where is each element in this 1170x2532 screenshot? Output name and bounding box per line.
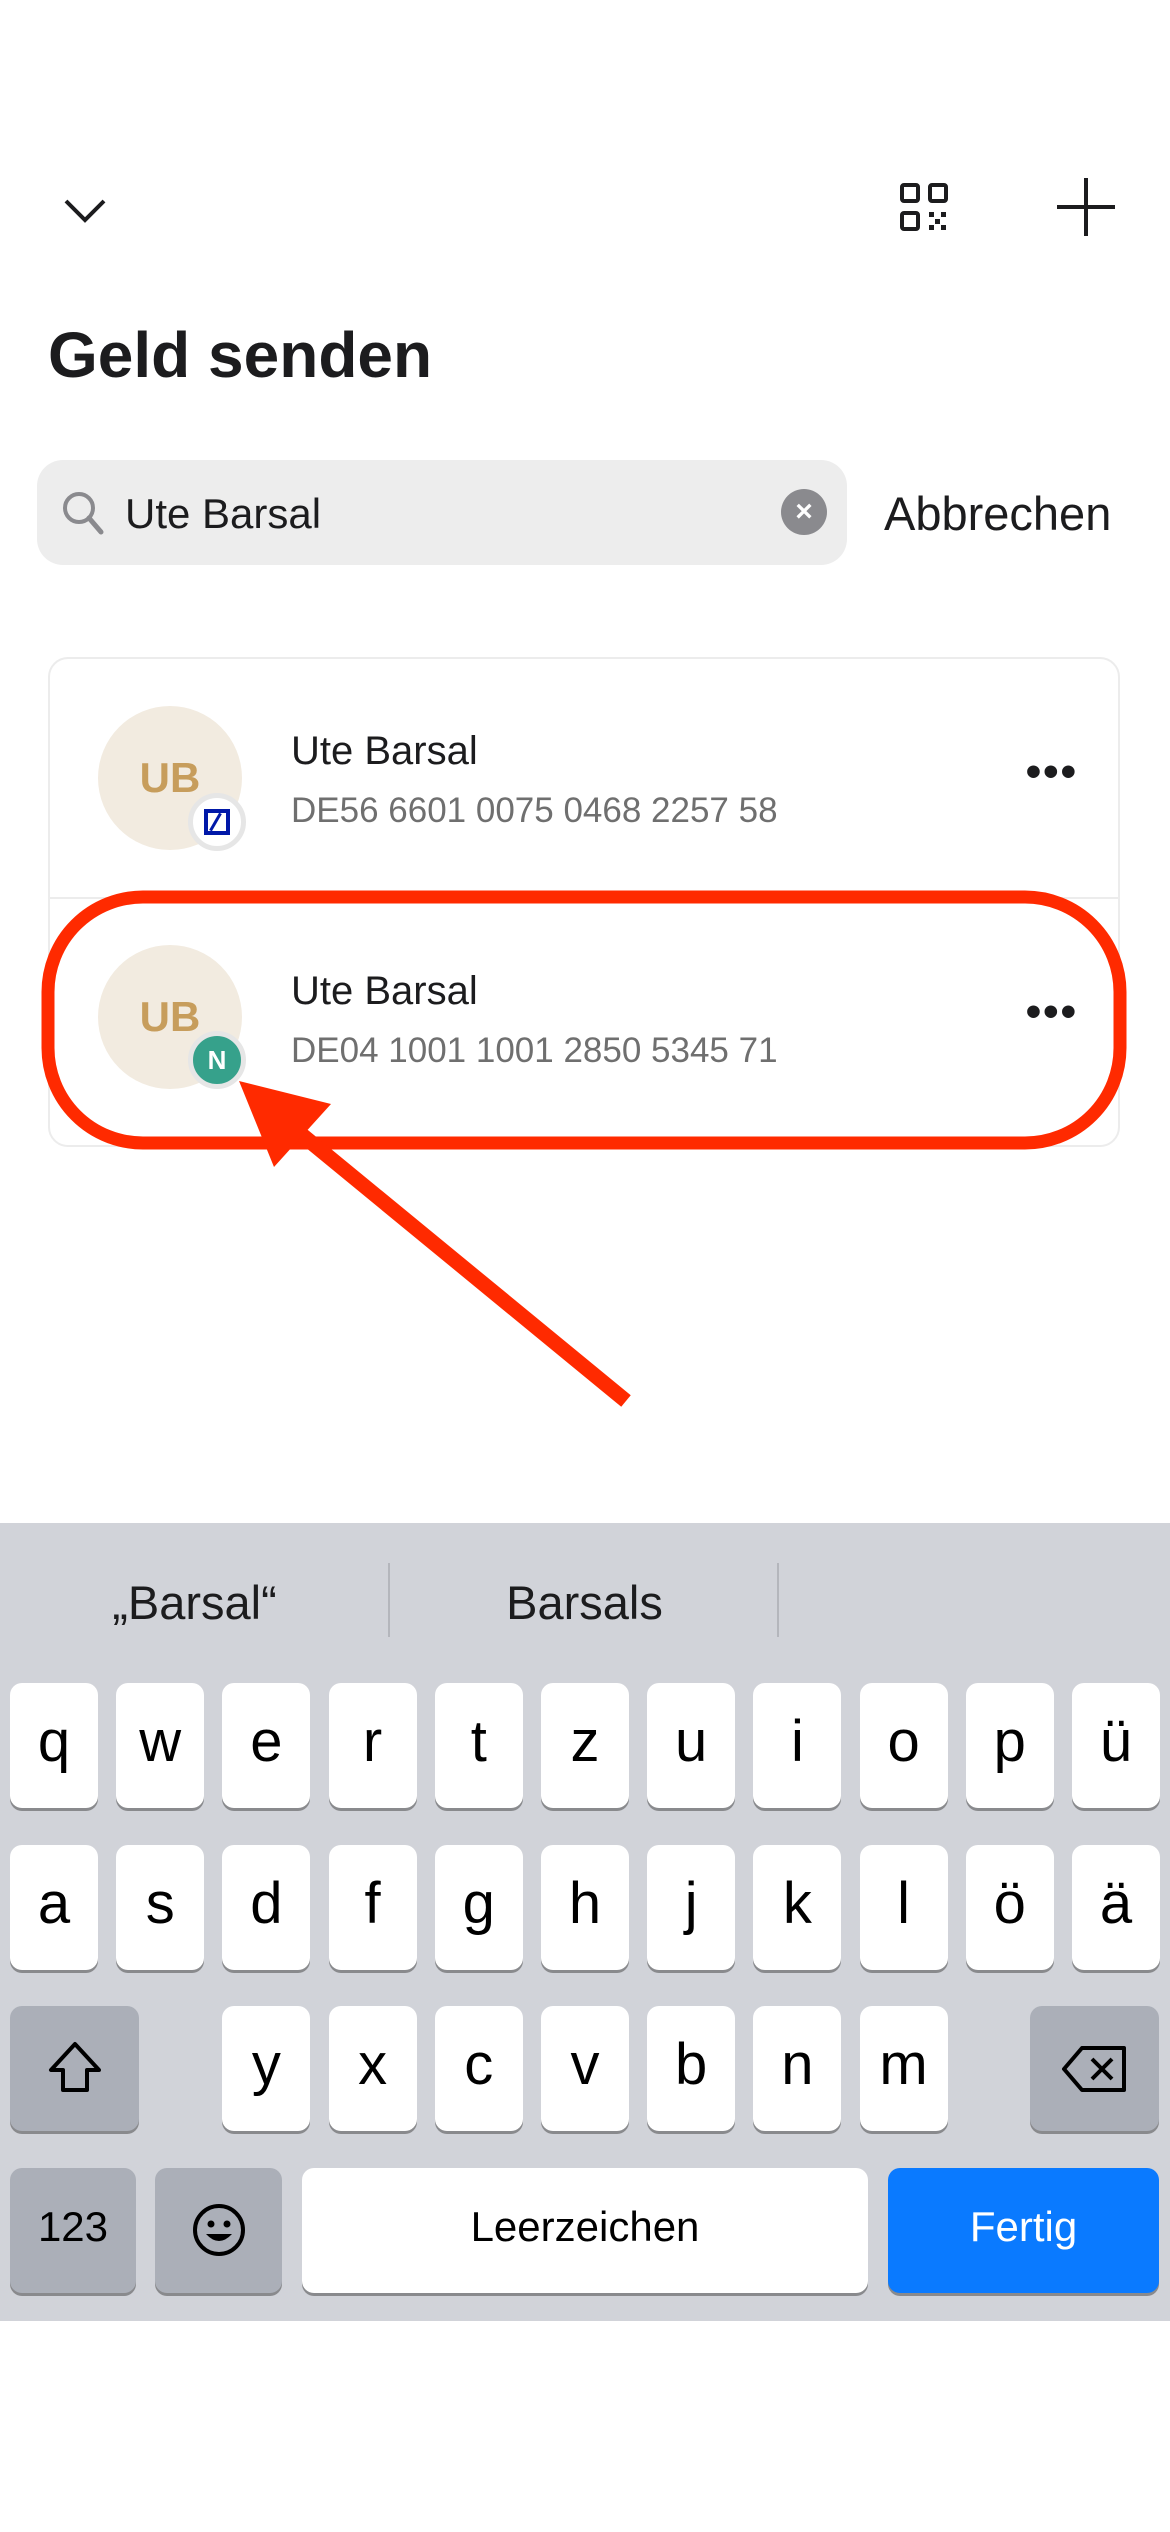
- key-s[interactable]: s: [116, 1845, 205, 1970]
- suggestion[interactable]: Barsals: [390, 1575, 779, 1630]
- key-f[interactable]: f: [328, 1845, 417, 1970]
- key-ö[interactable]: ö: [965, 1845, 1054, 1970]
- numbers-key[interactable]: 123: [10, 2168, 136, 2293]
- arrow-shaft: [285, 1119, 631, 1407]
- key-b[interactable]: b: [647, 2006, 736, 2131]
- key-v[interactable]: v: [541, 2006, 629, 2131]
- key-o[interactable]: o: [859, 1683, 948, 1808]
- key-x[interactable]: x: [328, 2006, 417, 2131]
- key-e[interactable]: e: [222, 1683, 311, 1808]
- key-a[interactable]: a: [10, 1845, 98, 1970]
- space-key[interactable]: Leerzeichen: [302, 2168, 868, 2293]
- done-key[interactable]: Fertig: [888, 2168, 1159, 2293]
- key-ä[interactable]: ä: [1072, 1845, 1160, 1970]
- key-d[interactable]: d: [222, 1845, 311, 1970]
- divider: [777, 1563, 779, 1637]
- key-p[interactable]: p: [965, 1683, 1054, 1808]
- key-q[interactable]: q: [10, 1683, 98, 1808]
- emoji-key[interactable]: [155, 2168, 282, 2293]
- key-g[interactable]: g: [434, 1845, 523, 1970]
- key-r[interactable]: r: [328, 1683, 417, 1808]
- keyboard: „Barsal“ Barsals qwertzuiopü asdfghjklöä y…: [0, 1523, 1170, 2321]
- suggestion[interactable]: „Barsal“: [0, 1575, 389, 1630]
- key-t[interactable]: t: [434, 1683, 523, 1808]
- key-h[interactable]: h: [541, 1845, 629, 1970]
- key-i[interactable]: i: [753, 1683, 842, 1808]
- key-j[interactable]: j: [647, 1845, 736, 1970]
- shift-icon: [48, 2042, 101, 2092]
- highlight-outline: [41, 890, 1127, 1150]
- shift-key[interactable]: [10, 2006, 139, 2131]
- key-c[interactable]: c: [434, 2006, 523, 2131]
- backspace-icon: [1061, 2046, 1126, 2092]
- backspace-key[interactable]: [1030, 2006, 1159, 2131]
- key-y[interactable]: y: [222, 2006, 311, 2131]
- key-k[interactable]: k: [753, 1845, 842, 1970]
- key-m[interactable]: m: [859, 2006, 948, 2131]
- key-n[interactable]: n: [753, 2006, 842, 2131]
- emoji-icon: [192, 2204, 245, 2256]
- key-l[interactable]: l: [859, 1845, 948, 1970]
- key-u[interactable]: u: [647, 1683, 736, 1808]
- key-z[interactable]: z: [541, 1683, 629, 1808]
- key-w[interactable]: w: [116, 1683, 205, 1808]
- highlight-annotation: [41, 890, 1127, 1407]
- key-ü[interactable]: ü: [1072, 1683, 1160, 1808]
